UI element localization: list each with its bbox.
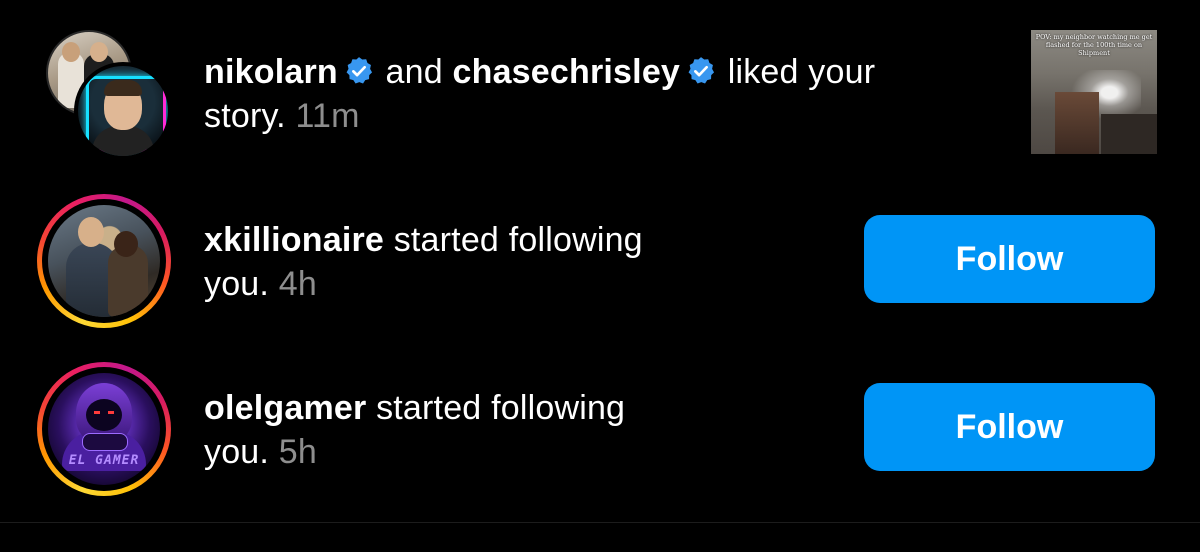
avatar-image: EL GAMER xyxy=(48,373,160,485)
verified-badge-icon xyxy=(346,57,372,84)
timestamp: 5h xyxy=(278,433,317,471)
avatar-xkillionaire[interactable] xyxy=(37,194,171,328)
avatar-olelgamer[interactable]: EL GAMER xyxy=(37,362,171,496)
notification-row-follow[interactable]: xkillionaire started following you. 4h F… xyxy=(0,190,1200,350)
username-link[interactable]: olelgamer xyxy=(204,389,366,427)
timestamp: 4h xyxy=(278,265,317,303)
action-text: liked your xyxy=(727,53,876,91)
timestamp: 11m xyxy=(295,97,360,135)
thumbnail-caption: POV: my neighbor watching me get flashed… xyxy=(1035,33,1153,57)
divider xyxy=(0,522,1200,523)
notification-text: xkillionaire started following you. 4h xyxy=(204,218,764,306)
avatar-image xyxy=(48,205,160,317)
action-text-cont: you. xyxy=(204,433,270,471)
avatar-tag-text: EL GAMER xyxy=(68,453,140,468)
notification-row-like[interactable]: nikolarn and chasechrisley liked your st… xyxy=(0,0,1200,180)
action-text: started following xyxy=(393,221,643,259)
verified-badge-icon xyxy=(688,57,715,84)
notification-text: nikolarn and chasechrisley liked your st… xyxy=(204,50,1004,138)
story-thumbnail[interactable]: POV: my neighbor watching me get flashed… xyxy=(1031,30,1157,154)
username-link[interactable]: xkillionaire xyxy=(204,221,384,259)
username-link[interactable]: chasechrisley xyxy=(453,53,681,91)
action-text-cont: you. xyxy=(204,265,270,303)
avatar-chasechrisley[interactable] xyxy=(74,62,172,160)
follow-button[interactable]: Follow xyxy=(864,215,1155,303)
username-link[interactable]: nikolarn xyxy=(204,53,338,91)
notification-row-follow[interactable]: EL GAMER olelgamer started following you… xyxy=(0,358,1200,518)
follow-button[interactable]: Follow xyxy=(864,383,1155,471)
action-text: started following xyxy=(376,389,626,427)
notification-text: olelgamer started following you. 5h xyxy=(204,386,764,474)
connector-text: and xyxy=(385,53,443,91)
action-text-cont: story. xyxy=(204,97,286,135)
